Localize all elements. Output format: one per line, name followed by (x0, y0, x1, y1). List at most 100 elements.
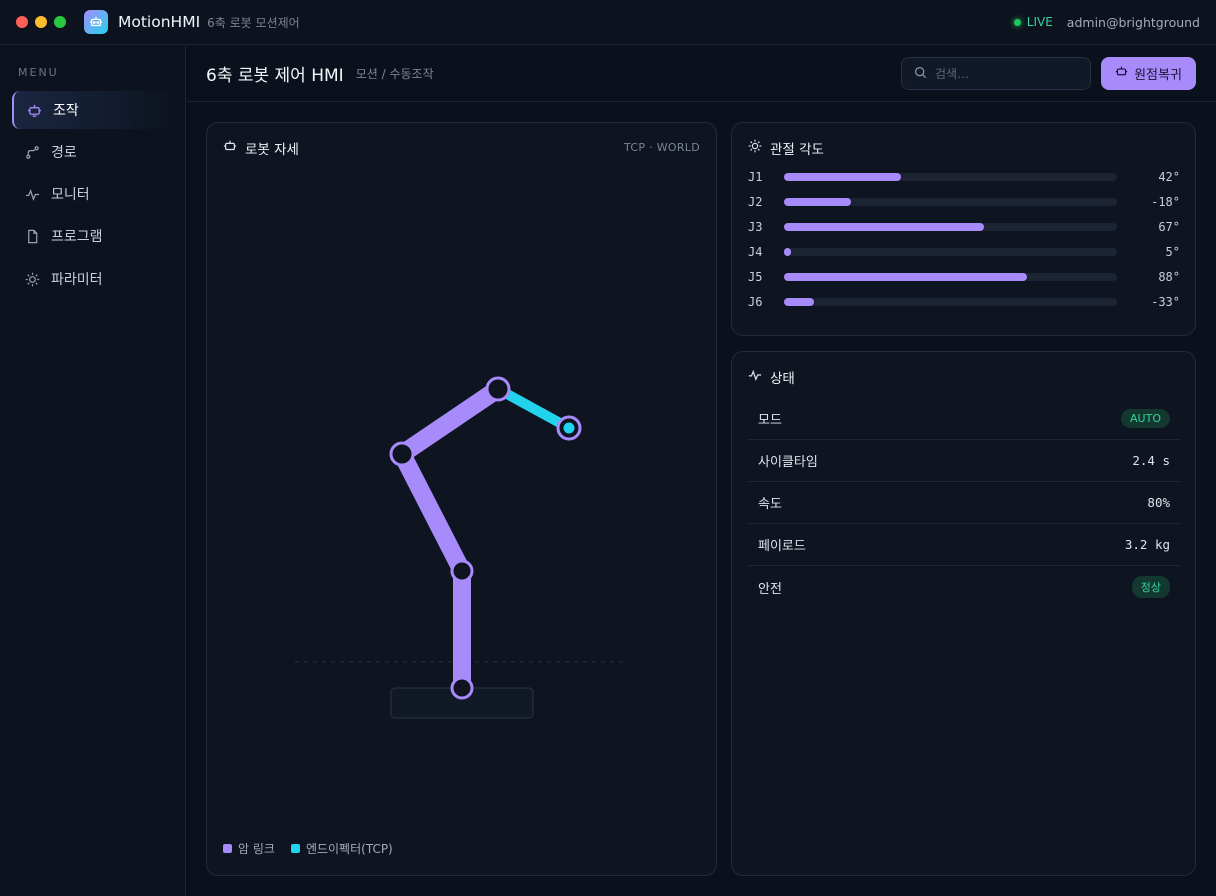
arm-link-swatch (223, 844, 232, 853)
joint-bar (784, 173, 1117, 181)
live-status-dot (1013, 18, 1021, 26)
app-subtitle: 6축 로봇 모션제어 (207, 15, 300, 30)
breadcrumb: 모션 / 수동조작 (355, 67, 434, 81)
status-value: 3.2 kg (1124, 537, 1170, 552)
search-icon (914, 64, 927, 83)
joint-wrist (485, 376, 511, 402)
joint-name: J4 (748, 245, 763, 259)
close-window-button[interactable] (16, 16, 28, 28)
joint-row-j1: J1 42° (748, 169, 1180, 185)
joint-name: J5 (748, 270, 763, 284)
status-row-mode: 모드 AUTO (748, 398, 1180, 440)
status-row-speed: 속도 80% (748, 482, 1180, 524)
joint-angles-panel: 관절 각도 J1 42° J2 -18° J3 67° J4 5° J5 88°… (731, 122, 1196, 336)
joint-value: 67° (1158, 220, 1180, 234)
joint-value: 88° (1158, 270, 1180, 284)
tcp-swatch (290, 844, 300, 853)
pose-legend: 암 링크 엔드이펙터(TCP) (223, 840, 393, 857)
pulse-icon (24, 186, 40, 202)
joint-name: J2 (748, 195, 763, 209)
sidebar-item-label: 모니터 (51, 187, 90, 203)
live-status-label: LIVE (1026, 15, 1053, 29)
page-header: 6축 로봇 제어 HMI 모션 / 수동조작 원점복귀 (187, 46, 1216, 102)
tcp-point (563, 422, 575, 434)
status-value: 80% (1147, 495, 1170, 510)
robot-icon (26, 102, 42, 118)
file-icon (24, 228, 40, 244)
joint-base (450, 676, 474, 700)
status-key: 속도 (758, 497, 782, 512)
joint-row-j4: J4 5° (748, 244, 1180, 260)
joint-bar-fill (784, 223, 984, 231)
menu-label: MENU (18, 66, 59, 79)
joint-bar-fill (784, 173, 901, 181)
arm-link-3 (393, 380, 507, 463)
joint-name: J6 (748, 295, 763, 309)
joint-bar (784, 273, 1117, 281)
status-key: 사이클타임 (758, 455, 818, 470)
joint-value: -33° (1151, 295, 1180, 309)
joint-row-j5: J5 88° (748, 269, 1180, 285)
sidebar-item-monitor[interactable]: 모니터 (12, 175, 172, 213)
safety-badge: 정상 (1131, 576, 1170, 598)
sidebar-item-label: 조작 (53, 103, 79, 119)
joint-bar (784, 198, 1117, 206)
page-title: 6축 로봇 제어 HMI (206, 66, 344, 86)
joint-value: 42° (1158, 170, 1180, 184)
search-box[interactable] (901, 57, 1091, 90)
joint-elbow (389, 441, 415, 467)
joint-bar-fill (784, 198, 851, 206)
legend-arm-link: 암 링크 (238, 842, 275, 856)
status-key: 안전 (758, 581, 782, 597)
sidebar-item-program[interactable]: 프로그램 (12, 217, 172, 255)
status-key: 페이로드 (758, 539, 806, 554)
maximize-window-button[interactable] (54, 16, 66, 28)
home-return-button[interactable]: 원점복귀 (1101, 57, 1196, 90)
pulse-icon (748, 368, 762, 386)
sidebar-item-label: 경로 (51, 145, 77, 161)
joint-bar (784, 298, 1117, 306)
joint-row-j2: J2 -18° (748, 194, 1180, 210)
joint-name: J1 (748, 170, 763, 184)
title-bar: MotionHMI 6축 로봇 모션제어 LIVE admin@brightgr… (0, 0, 1216, 45)
joint-value: 5° (1165, 245, 1180, 259)
status-row-safety: 안전 정상 (748, 566, 1180, 608)
sun-gear-icon (24, 271, 40, 287)
panel-title: 관절 각도 (770, 142, 824, 158)
mode-badge: AUTO (1121, 409, 1170, 428)
robot-logo-icon (84, 10, 108, 34)
minimize-window-button[interactable] (35, 16, 47, 28)
search-input[interactable] (935, 66, 1075, 81)
robot-icon (1115, 65, 1128, 82)
joint-bar (784, 223, 1117, 231)
robot-pose-panel: 로봇 자세 TCP · WORLD 암 링크 엔드이펙터(TCP) (206, 122, 717, 876)
joint-value: -18° (1151, 195, 1180, 209)
sidebar-item-control[interactable]: 조작 (12, 91, 172, 129)
joint-row-j3: J3 67° (748, 219, 1180, 235)
joint-bar-fill (784, 248, 791, 256)
window-controls (16, 16, 66, 28)
user-account[interactable]: admin@brightground (1067, 15, 1200, 30)
panel-title: 상태 (770, 371, 795, 387)
sidebar-item-label: 파라미터 (51, 272, 103, 288)
joint-bar (784, 248, 1117, 256)
home-return-label: 원점복귀 (1134, 68, 1182, 83)
status-value: 2.4 s (1132, 453, 1170, 468)
sidebar-item-path[interactable]: 경로 (12, 133, 172, 171)
status-key: 모드 (758, 413, 782, 428)
legend-end-effector: 엔드이펙터(TCP) (305, 842, 393, 856)
app-name: MotionHMI (118, 13, 201, 31)
status-panel: 상태 모드 AUTO 사이클타임 2.4 s 속도 80% 페이로드 3.2 k… (731, 351, 1196, 876)
status-row-payload: 페이로드 3.2 kg (748, 524, 1180, 566)
status-row-cycle-time: 사이클타임 2.4 s (748, 440, 1180, 482)
joint-bar-fill (784, 298, 814, 306)
joint-name: J3 (748, 220, 763, 234)
arm-link-2 (393, 445, 471, 580)
joint-bar-fill (784, 273, 1028, 281)
joint-shoulder (450, 559, 474, 583)
sidebar-item-label: 프로그램 (51, 229, 103, 245)
robot-arm-visualization (295, 376, 625, 719)
sidebar: MENU 조작 경로 모니터 프로그램 파라미터 (0, 46, 186, 896)
joint-row-j6: J6 -33° (748, 294, 1180, 310)
sidebar-item-parameter[interactable]: 파라미터 (12, 260, 172, 298)
